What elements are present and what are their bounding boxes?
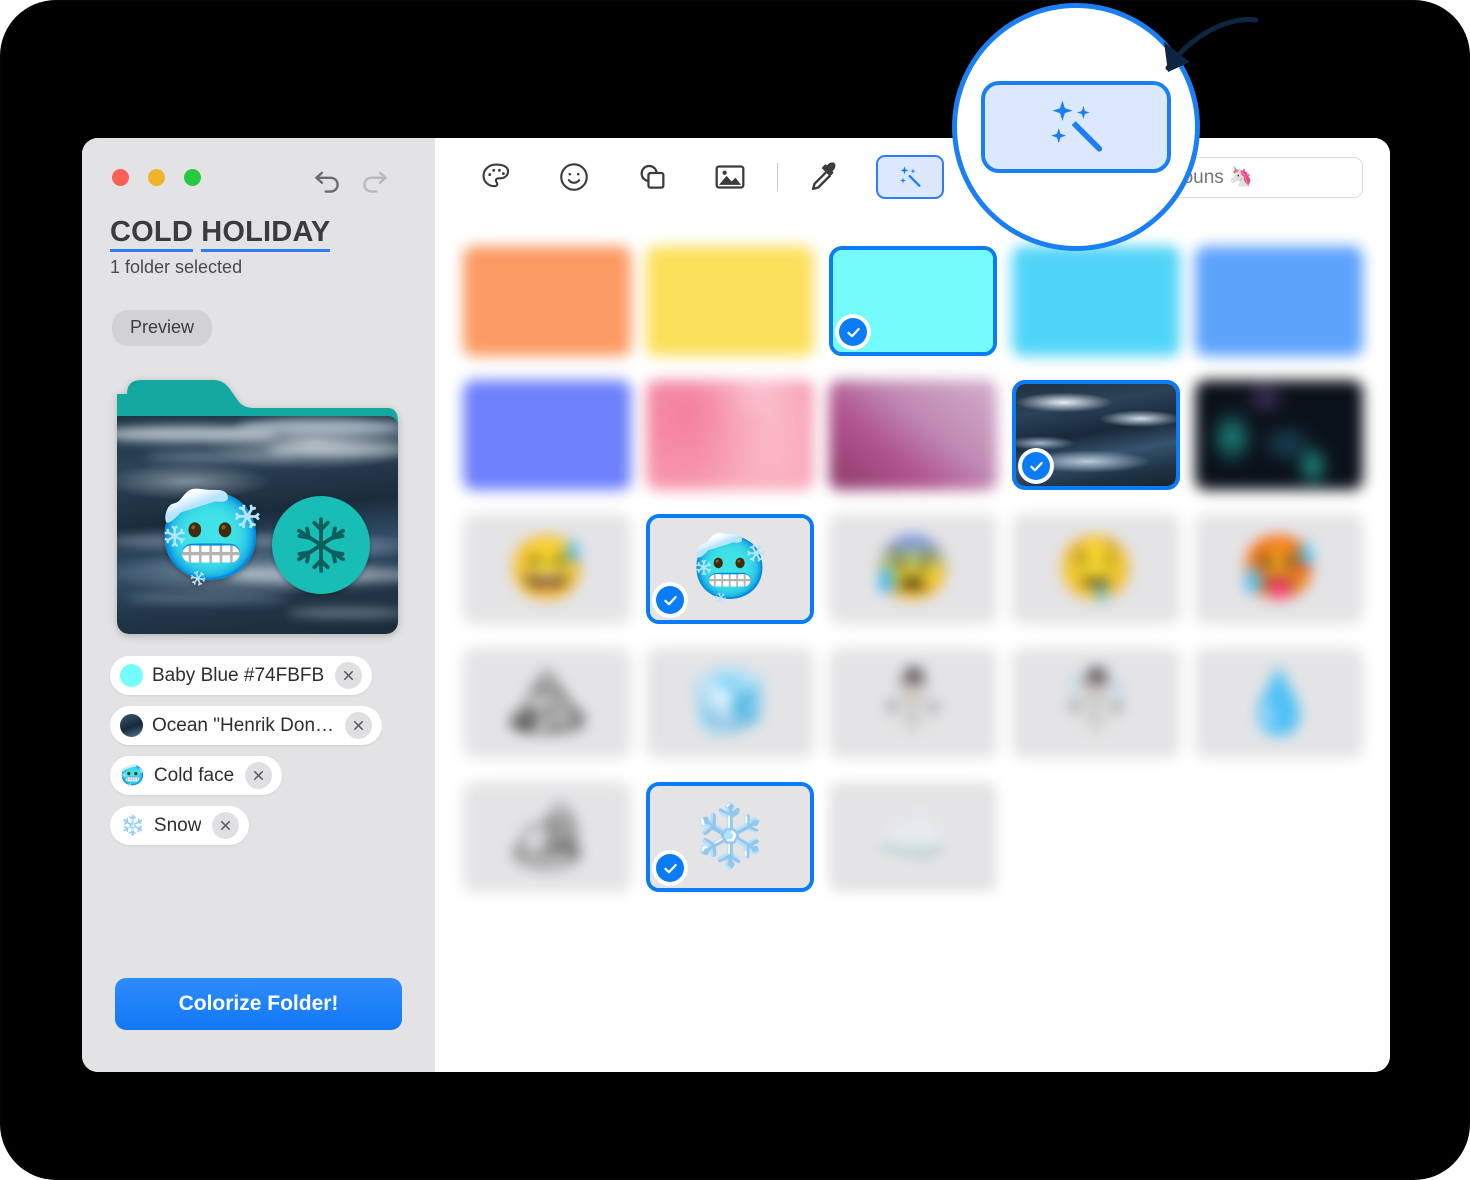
- preview-emoji: 🥶: [157, 489, 265, 585]
- emoji-glyph: 💧: [1240, 668, 1318, 737]
- emoji-glyph: ☁️: [874, 802, 952, 871]
- smiley-icon[interactable]: [535, 151, 613, 203]
- sidebar: COLD HOLIDAY 1 folder selected Preview 🥶: [82, 138, 435, 1072]
- selection-count: 1 folder selected: [110, 257, 243, 278]
- remove-tag-button[interactable]: [245, 762, 273, 789]
- eyedropper-icon[interactable]: [786, 151, 864, 203]
- preview-chip[interactable]: Preview: [112, 310, 213, 346]
- remove-tag-button[interactable]: [345, 712, 373, 739]
- emoji-snowman-snow[interactable]: ☃️: [1012, 648, 1180, 758]
- check-icon: [1018, 448, 1054, 484]
- emoji-cloud[interactable]: ☁️: [829, 782, 997, 892]
- remove-tag-button[interactable]: [212, 812, 240, 839]
- toolbar-divider: [777, 163, 778, 191]
- shapes-icon[interactable]: [613, 151, 691, 203]
- image-swatch-icon: [120, 714, 143, 737]
- palette-icon[interactable]: [457, 151, 535, 203]
- page-title: COLD HOLIDAY: [110, 216, 331, 252]
- emoji-cold-face[interactable]: 🥶: [646, 514, 814, 624]
- check-icon: [835, 314, 871, 350]
- emoji-glyph: ❄️: [691, 802, 769, 871]
- app-window: COLD HOLIDAY 1 folder selected Preview 🥶: [82, 138, 1390, 1072]
- swatch-orange[interactable]: [463, 246, 631, 356]
- color-swatch-icon: [120, 664, 143, 687]
- emoji-hot-face[interactable]: 🥵: [1195, 514, 1363, 624]
- emoji-glyph: 😰: [874, 534, 952, 603]
- tag-label: Cold face: [153, 764, 235, 786]
- swatch-blue[interactable]: [1195, 246, 1363, 356]
- close-button[interactable]: [112, 169, 129, 186]
- magnifier-callout: [952, 3, 1200, 251]
- main-pane: 😅 🥶 😰 🤤 🥵: [435, 138, 1390, 1072]
- emoji-glyph: 🏔: [507, 668, 587, 737]
- image-magenta-wash[interactable]: [829, 380, 997, 490]
- tag-label: Ocean "Henrik Don…: [152, 714, 335, 736]
- emoji-glyph: ⛄: [874, 668, 952, 737]
- list-item[interactable]: ❄️ Snow: [110, 806, 250, 845]
- check-icon: [652, 582, 688, 618]
- image-icon[interactable]: [691, 151, 769, 203]
- remove-tag-button[interactable]: [335, 662, 363, 689]
- device-bezel: COLD HOLIDAY 1 folder selected Preview 🥶: [0, 0, 1470, 1180]
- traffic-lights: [112, 169, 201, 186]
- swatch-yellow[interactable]: [646, 246, 814, 356]
- emoji-camping[interactable]: 🏕: [463, 782, 631, 892]
- tag-label: Snow: [153, 814, 202, 836]
- emoji-glyph: ☃️: [1057, 668, 1135, 737]
- swatch-grid: 😅 🥶 😰 🤤 🥵 🏔 🧊 ⛄ ☃️ 💧 🏕 ❄️ ☁️: [463, 246, 1363, 892]
- image-aurora[interactable]: [1195, 380, 1363, 490]
- image-pink-wash[interactable]: [646, 380, 814, 490]
- title-word-2: HOLIDAY: [201, 216, 331, 252]
- emoji-glyph: 😅: [508, 534, 586, 603]
- image-ocean[interactable]: [1012, 380, 1180, 490]
- emoji-snowflake[interactable]: ❄️: [646, 782, 814, 892]
- snowflake-icon: [272, 496, 370, 594]
- check-icon: [652, 850, 688, 886]
- emoji-sweat-smile[interactable]: 😅: [463, 514, 631, 624]
- magic-wand-icon: [1051, 100, 1103, 152]
- title-word-1: COLD: [110, 216, 193, 252]
- list-item[interactable]: Ocean "Henrik Don…: [110, 706, 383, 745]
- emoji-glyph: 🤤: [1057, 534, 1135, 603]
- list-item[interactable]: Baby Blue #74FBFB: [110, 656, 373, 695]
- zoom-button[interactable]: [184, 169, 201, 186]
- minimize-button[interactable]: [148, 169, 165, 186]
- toolbar-icon-group: [457, 151, 944, 203]
- tag-label: Baby Blue #74FBFB: [152, 664, 325, 686]
- emoji-glyph: 🥵: [1240, 534, 1318, 603]
- emoji-glyph: 🥶: [691, 534, 769, 603]
- emoji-snow-mountain[interactable]: 🏔: [463, 648, 631, 758]
- redo-icon[interactable]: [360, 164, 390, 194]
- toolbar: [435, 138, 1390, 216]
- emoji-glyph: 🏕: [507, 802, 587, 871]
- folder-preview: 🥶: [117, 372, 398, 634]
- swatch-sky[interactable]: [1012, 246, 1180, 356]
- cold-face-icon: 🥶: [120, 764, 145, 787]
- emoji-snowman[interactable]: ⛄: [829, 648, 997, 758]
- snowflake-icon: ❄️: [120, 814, 145, 837]
- folder-tab-shape: [117, 372, 398, 634]
- emoji-glyph: 🧊: [691, 668, 769, 737]
- magic-wand-button[interactable]: [876, 155, 944, 199]
- tag-list: Baby Blue #74FBFB Ocean "Henrik Don… 🥶 C…: [110, 656, 410, 856]
- emoji-droplet[interactable]: 💧: [1195, 648, 1363, 758]
- emoji-cold-sweat[interactable]: 😰: [829, 514, 997, 624]
- colorize-folder-button[interactable]: Colorize Folder!: [115, 978, 402, 1030]
- emoji-drooling[interactable]: 🤤: [1012, 514, 1180, 624]
- title-block: COLD HOLIDAY 1 folder selected: [110, 216, 331, 278]
- list-item[interactable]: 🥶 Cold face: [110, 756, 283, 795]
- magic-wand-highlight[interactable]: [981, 81, 1171, 173]
- undo-redo-group: [312, 164, 390, 194]
- undo-icon[interactable]: [312, 164, 342, 194]
- emoji-ice[interactable]: 🧊: [646, 648, 814, 758]
- swatch-baby-blue[interactable]: [829, 246, 997, 356]
- swatch-periwinkle[interactable]: [463, 380, 631, 490]
- folder-front-texture: 🥶: [117, 416, 398, 634]
